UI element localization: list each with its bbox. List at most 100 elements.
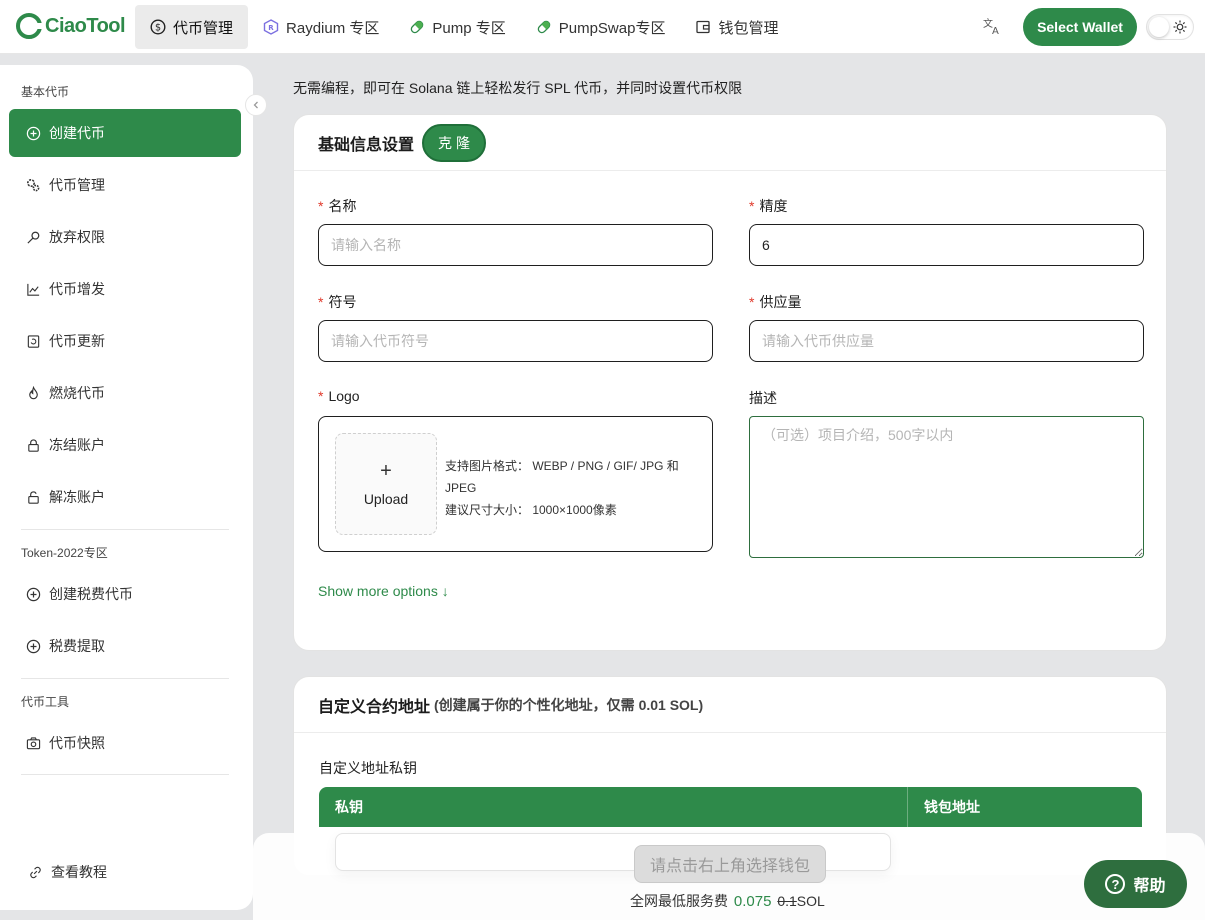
upload-hint: 支持图片格式： WEBP / PNG / GIF/ JPG 和 JPEG 建议尺…	[445, 455, 700, 521]
sidebar-collapse-button[interactable]	[245, 94, 267, 116]
name-input[interactable]	[318, 224, 713, 266]
logo-label: * Logo	[318, 388, 360, 404]
sidebar-item-mint-more[interactable]: 代币增发	[9, 265, 241, 313]
plus-icon: +	[380, 460, 392, 482]
theme-toggle[interactable]	[1146, 14, 1194, 40]
translate-icon[interactable]: 文A	[981, 16, 1003, 38]
nav-item-pump[interactable]: Pump 专区	[394, 5, 520, 49]
dollar-circle-icon: $	[150, 19, 166, 35]
help-button[interactable]: ? 帮助	[1084, 860, 1187, 908]
line-chart-icon	[25, 281, 41, 297]
svg-text:A: A	[992, 26, 999, 36]
top-navbar: CiaoTool $ 代币管理 R Raydium 专区 Pump 专区 Pum…	[0, 0, 1205, 54]
sidebar: 基本代币 创建代币 代币管理 放弃权限 代币增发 代币更新 燃烧代币 冻结账户 …	[0, 65, 253, 910]
sidebar-item-label: 燃烧代币	[49, 385, 105, 401]
brand-logo[interactable]: CiaoTool	[16, 13, 126, 39]
custom-address-title: 自定义合约地址	[318, 698, 431, 716]
basic-info-title: 基础信息设置	[318, 136, 415, 154]
supply-label: * 供应量	[749, 294, 802, 310]
logo-mark-icon	[16, 13, 42, 39]
select-wallet-button[interactable]: Select Wallet	[1023, 8, 1137, 46]
toggle-knob	[1149, 17, 1169, 37]
logo-upload-button[interactable]: + Upload	[335, 433, 437, 535]
required-mark: *	[749, 198, 755, 214]
svg-text:R: R	[268, 24, 274, 32]
description-textarea[interactable]	[749, 416, 1144, 558]
nav-item-raydium[interactable]: R Raydium 专区	[248, 5, 394, 49]
sidebar-item-label: 代币增发	[49, 281, 105, 297]
sidebar-divider	[21, 774, 229, 775]
sidebar-item-freeze-account[interactable]: 冻结账户	[9, 421, 241, 469]
nav-item-pumpswap[interactable]: PumpSwap专区	[521, 5, 681, 49]
upload-hint-formats: 支持图片格式： WEBP / PNG / GIF/ JPG 和 JPEG	[445, 459, 679, 495]
required-mark: *	[318, 294, 324, 310]
camera-icon	[25, 735, 41, 751]
sidebar-item-burn-token[interactable]: 燃烧代币	[9, 369, 241, 417]
wallet-icon	[695, 19, 711, 35]
symbol-label: * 符号	[318, 294, 357, 310]
help-label: 帮助	[1133, 878, 1166, 895]
name-label: * 名称	[318, 198, 357, 214]
symbol-input[interactable]	[318, 320, 713, 362]
unlock-icon	[25, 489, 41, 505]
svg-text:$: $	[155, 23, 161, 34]
bottom-action-bar: 请点击右上角选择钱包 全网最低服务费 0.075 0.1SOL	[253, 833, 1205, 920]
gears-icon	[25, 177, 41, 193]
sidebar-item-label: 创建税费代币	[49, 586, 133, 602]
nav-item-token-management[interactable]: $ 代币管理	[135, 5, 249, 49]
clone-button[interactable]: 克隆	[422, 123, 487, 162]
custom-address-header: 自定义合约地址 (创建属于你的个性化地址，仅需 0.01 SOL)	[294, 677, 1166, 733]
update-icon	[25, 333, 41, 349]
sidebar-item-label: 放弃权限	[49, 229, 105, 245]
sidebar-item-thaw-account[interactable]: 解冻账户	[9, 473, 241, 521]
description-label: 描述	[749, 390, 777, 406]
service-fee: 全网最低服务费 0.075 0.1SOL	[630, 891, 825, 911]
decimals-input[interactable]	[749, 224, 1144, 266]
flame-icon	[25, 385, 41, 401]
sidebar-item-create-token[interactable]: 创建代币	[9, 109, 241, 157]
sidebar-item-token-management[interactable]: 代币管理	[9, 161, 241, 209]
question-icon: ?	[1105, 874, 1126, 894]
sidebar-item-label: 税费提取	[49, 638, 105, 654]
decimals-label: * 精度	[749, 198, 788, 214]
upload-hint-size: 建议尺寸大小： 1000×1000像素	[445, 503, 617, 517]
sidebar-item-create-tax-token[interactable]: 创建税费代币	[9, 570, 241, 618]
link-icon	[27, 864, 43, 880]
fee-original: 0.1	[777, 893, 797, 909]
connect-wallet-prompt-button[interactable]: 请点击右上角选择钱包	[634, 845, 826, 883]
nav-item-label: PumpSwap专区	[558, 19, 666, 37]
plus-circle-icon	[25, 586, 41, 602]
fee-unit: SOL	[796, 893, 825, 909]
sidebar-item-label: 解冻账户	[49, 489, 105, 505]
plus-circle-icon	[25, 638, 41, 654]
sidebar-section-token2022: Token-2022专区	[21, 546, 108, 560]
logo-upload-box: + Upload 支持图片格式： WEBP / PNG / GIF/ JPG 和…	[318, 416, 713, 552]
nav-item-wallet-management[interactable]: 钱包管理	[680, 5, 793, 49]
key-icon	[25, 229, 41, 245]
sidebar-item-label: 代币管理	[49, 177, 105, 193]
show-more-options-link[interactable]: Show more options ↓	[318, 583, 449, 599]
sidebar-item-update-token[interactable]: 代币更新	[9, 317, 241, 365]
sidebar-section-tools: 代币工具	[21, 695, 70, 709]
brand-name: CiaoTool	[45, 14, 126, 37]
sun-icon	[1173, 20, 1187, 34]
required-mark: *	[749, 294, 755, 310]
upload-label: Upload	[363, 491, 409, 507]
nav-item-label: 钱包管理	[718, 19, 779, 37]
sidebar-item-label: 冻结账户	[49, 437, 105, 453]
sidebar-item-label: 代币更新	[49, 333, 105, 349]
custom-key-label: 自定义地址私钥	[319, 760, 417, 776]
column-wallet-address: 钱包地址	[924, 799, 980, 815]
sidebar-item-label: 查看教程	[51, 864, 107, 880]
nav-item-label: Raydium 专区	[286, 19, 380, 37]
sidebar-item-revoke-authority[interactable]: 放弃权限	[9, 213, 241, 261]
key-table-header: 私钥 钱包地址	[319, 787, 1142, 827]
nav-item-label: 代币管理	[173, 19, 234, 37]
required-mark: *	[318, 198, 324, 214]
sidebar-item-tutorial[interactable]: 查看教程	[11, 848, 243, 896]
sidebar-item-withdraw-tax[interactable]: 税费提取	[9, 622, 241, 670]
fee-current: 0.075	[733, 893, 772, 910]
sidebar-item-token-snapshot[interactable]: 代币快照	[9, 719, 241, 767]
supply-input[interactable]	[749, 320, 1144, 362]
lock-icon	[25, 437, 41, 453]
